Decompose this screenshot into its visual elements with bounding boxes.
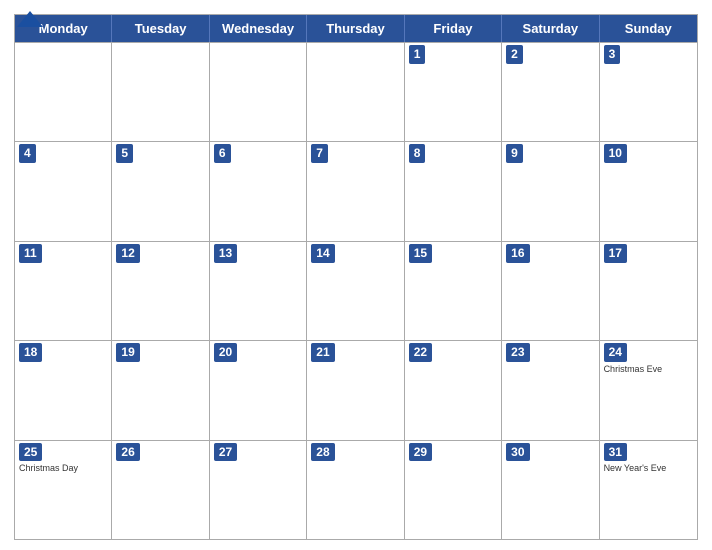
calendar-week-4: 18 19 20 21 22 23 24 Christmas Eve: [15, 340, 697, 439]
calendar-day: 14: [307, 241, 404, 340]
day-number: 23: [506, 343, 529, 362]
day-number: 21: [311, 343, 334, 362]
calendar-day: 27: [210, 440, 307, 539]
calendar-day: 1: [405, 42, 502, 141]
calendar-day: 25Christmas Day: [15, 440, 112, 539]
day-number: 22: [409, 343, 432, 362]
col-header-friday: Friday: [405, 15, 502, 42]
day-event: Christmas Day: [19, 463, 107, 474]
calendar-day: 15: [405, 241, 502, 340]
calendar-week-2: 4 5 6 7 8 9 10: [15, 141, 697, 240]
calendar-day: 31New Year's Eve: [600, 440, 697, 539]
day-number: 29: [409, 443, 432, 462]
calendar-day: 6: [210, 141, 307, 240]
day-number: 2: [506, 45, 523, 64]
calendar-day: 4: [15, 141, 112, 240]
calendar-day: 29: [405, 440, 502, 539]
logo: [14, 10, 44, 28]
calendar-day: 24 Christmas Eve: [600, 340, 697, 439]
day-number: 13: [214, 244, 237, 263]
day-number: 12: [116, 244, 139, 263]
calendar-day: 23: [502, 340, 599, 439]
col-header-sunday: Sunday: [600, 15, 697, 42]
day-number: 8: [409, 144, 426, 163]
calendar-day: [15, 42, 112, 141]
calendar-week-1: 1 2 3: [15, 42, 697, 141]
calendar-week-5: 25Christmas Day262728293031New Year's Ev…: [15, 440, 697, 539]
calendar-day: 8: [405, 141, 502, 240]
day-event: Christmas Eve: [604, 364, 693, 375]
day-number: 15: [409, 244, 432, 263]
day-number: 10: [604, 144, 627, 163]
calendar-day: 20: [210, 340, 307, 439]
day-number: 5: [116, 144, 133, 163]
calendar-day: 10: [600, 141, 697, 240]
calendar-day: 11: [15, 241, 112, 340]
calendar-day: 7: [307, 141, 404, 240]
day-number: 26: [116, 443, 139, 462]
day-number: 9: [506, 144, 523, 163]
calendar-body: 123456789101112131415161718192021222324C…: [15, 42, 697, 539]
day-number: 19: [116, 343, 139, 362]
col-header-saturday: Saturday: [502, 15, 599, 42]
calendar-day: 18: [15, 340, 112, 439]
day-number: 14: [311, 244, 334, 263]
day-number: 4: [19, 144, 36, 163]
day-number: 25: [19, 443, 42, 462]
calendar-day: [307, 42, 404, 141]
calendar-grid: Monday Tuesday Wednesday Thursday Friday…: [14, 14, 698, 540]
day-number: 1: [409, 45, 426, 64]
col-header-wednesday: Wednesday: [210, 15, 307, 42]
calendar-page: Monday Tuesday Wednesday Thursday Friday…: [0, 0, 712, 550]
day-number: 31: [604, 443, 627, 462]
day-number: 30: [506, 443, 529, 462]
calendar-day: 13: [210, 241, 307, 340]
calendar-day: 16: [502, 241, 599, 340]
day-number: 7: [311, 144, 328, 163]
day-number: 24: [604, 343, 627, 362]
calendar-day: [112, 42, 209, 141]
day-event: New Year's Eve: [604, 463, 693, 474]
logo-icon: [16, 10, 44, 28]
calendar-day: 3: [600, 42, 697, 141]
day-number: 17: [604, 244, 627, 263]
day-number: 11: [19, 244, 42, 263]
calendar-day: 5: [112, 141, 209, 240]
day-number: 27: [214, 443, 237, 462]
day-number: 18: [19, 343, 42, 362]
calendar-day: 26: [112, 440, 209, 539]
calendar-day: 22: [405, 340, 502, 439]
day-number: 3: [604, 45, 621, 64]
calendar-day: 12: [112, 241, 209, 340]
day-number: 28: [311, 443, 334, 462]
day-number: 16: [506, 244, 529, 263]
calendar-day: 21: [307, 340, 404, 439]
calendar-day: 28: [307, 440, 404, 539]
calendar-day: 17: [600, 241, 697, 340]
calendar-day: 19: [112, 340, 209, 439]
calendar-day: 2: [502, 42, 599, 141]
day-number: 20: [214, 343, 237, 362]
col-header-tuesday: Tuesday: [112, 15, 209, 42]
col-header-thursday: Thursday: [307, 15, 404, 42]
calendar-day: [210, 42, 307, 141]
calendar-header-row: Monday Tuesday Wednesday Thursday Friday…: [15, 15, 697, 42]
calendar-day: 30: [502, 440, 599, 539]
calendar-day: 9: [502, 141, 599, 240]
calendar-week-3: 11 12 13 14 15 16 17: [15, 241, 697, 340]
day-number: 6: [214, 144, 231, 163]
